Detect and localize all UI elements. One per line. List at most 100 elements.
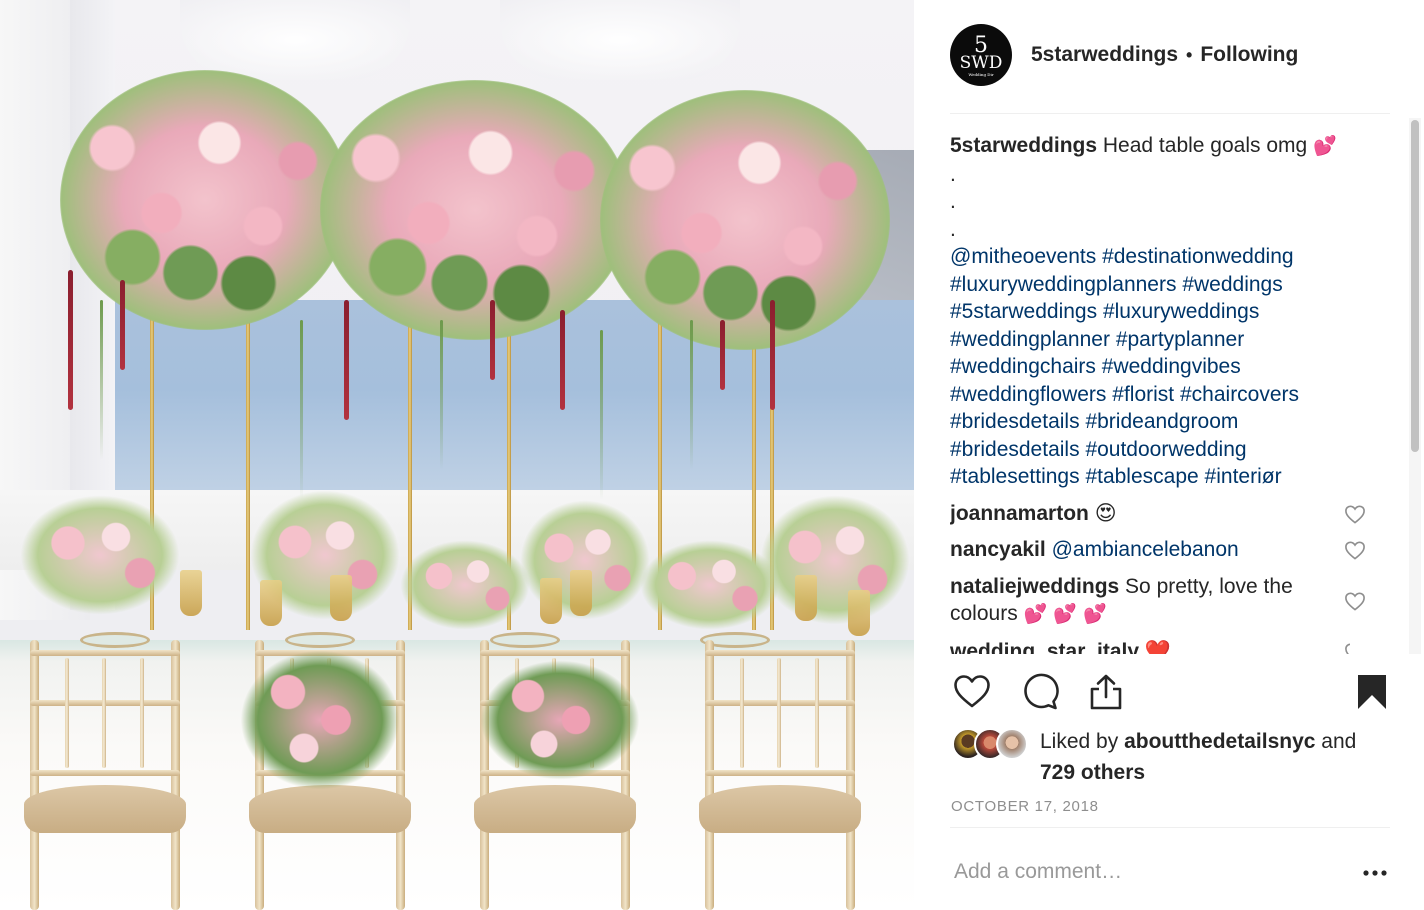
hanging-amaranthus xyxy=(560,310,565,410)
add-comment-input[interactable] xyxy=(950,850,1338,894)
hashtag-link[interactable]: #weddingvibes xyxy=(1102,355,1241,378)
floral-arrangement-left xyxy=(60,70,350,330)
hashtag-link[interactable]: #interiør xyxy=(1205,465,1282,488)
comments-scroll-area[interactable]: 5starweddings Head table goals omg 💕 . .… xyxy=(950,126,1390,654)
comment-username-link[interactable]: wedding_star_italy xyxy=(950,640,1139,654)
liked-by-user-link[interactable]: aboutthedetailsnyc xyxy=(1124,730,1315,753)
comment-item: nancyakil @ambiancelebanon xyxy=(950,536,1365,564)
hashtag-link[interactable]: #bridesdetails xyxy=(950,410,1080,433)
likes-prefix: Liked by xyxy=(1040,730,1119,753)
post-action-bar xyxy=(950,666,1390,718)
chiavari-chair xyxy=(24,640,186,910)
more-options-icon[interactable] xyxy=(1360,858,1390,888)
comment-like-heart-icon[interactable] xyxy=(1344,591,1366,611)
hashtag-link[interactable]: #luxuryweddingplanners xyxy=(950,273,1176,296)
low-floral-arrangement xyxy=(640,540,780,630)
hashtag-line: @mitheoevents #destinationwedding xyxy=(950,243,1390,271)
gold-glass xyxy=(260,580,282,626)
two-hearts-emoji: 💕 xyxy=(1313,135,1337,157)
hashtag-link[interactable]: #florist xyxy=(1112,383,1174,406)
hashtag-link[interactable]: #tablesettings xyxy=(950,465,1080,488)
following-button[interactable]: Following xyxy=(1200,43,1298,67)
heart-eyes-emoji: 😍 xyxy=(1094,500,1117,525)
comment-like-heart-icon[interactable] xyxy=(1344,642,1350,654)
chair-floral-decor xyxy=(240,650,400,790)
hanging-amaranthus xyxy=(68,270,73,410)
hashtag-line: #tablesettings #tablescape #interiør xyxy=(950,463,1390,491)
comment-item: nataliejweddings So pretty, love the col… xyxy=(950,573,1365,629)
hashtag-link[interactable]: #bridesdetails xyxy=(950,438,1080,461)
avatar-logo-sub: Wedding Dir xyxy=(968,72,994,77)
comments-scrollbar[interactable] xyxy=(1409,118,1421,654)
post-date[interactable]: OCTOBER 17, 2018 xyxy=(951,798,1099,815)
post-photo[interactable] xyxy=(0,0,914,910)
header-divider xyxy=(950,113,1390,114)
instagram-post: 5 SWD Wedding Dir 5starweddings • Follow… xyxy=(0,0,1424,910)
hashtag-link[interactable]: #partyplanner xyxy=(1116,328,1244,351)
low-floral-arrangement xyxy=(760,495,910,625)
hanging-fern xyxy=(440,320,443,470)
footer-divider xyxy=(950,827,1390,828)
low-floral-arrangement xyxy=(400,540,530,630)
like-heart-icon[interactable] xyxy=(952,672,992,712)
hanging-fern xyxy=(600,330,603,500)
hashtag-link[interactable]: #chaircovers xyxy=(1180,383,1299,406)
caption-username-link[interactable]: 5starweddings xyxy=(950,134,1097,157)
low-floral-arrangement xyxy=(20,495,180,615)
red-heart-emoji: ❤️ xyxy=(1144,638,1172,654)
hashtag-line: #weddingplanner #partyplanner xyxy=(950,326,1390,354)
floral-arrangement-center xyxy=(320,80,630,340)
mention-link[interactable]: @ambiancelebanon xyxy=(1052,538,1239,561)
comment-username-link[interactable]: joannamarton xyxy=(950,502,1089,525)
profile-avatar[interactable]: 5 SWD Wedding Dir xyxy=(950,24,1012,86)
likes-count-link[interactable]: 729 others xyxy=(1040,761,1145,784)
liker-avatars xyxy=(952,728,1032,762)
hanging-amaranthus xyxy=(490,300,495,380)
chair-floral-decor xyxy=(480,660,640,780)
hashtag-link[interactable]: #weddingplanner xyxy=(950,328,1110,351)
floral-arrangement-right xyxy=(600,90,890,350)
caption-text: Head table goals omg xyxy=(1102,134,1308,157)
comment-like-heart-icon[interactable] xyxy=(1344,540,1366,560)
hashtag-link[interactable]: #destinationwedding xyxy=(1102,245,1293,268)
hashtag-line: #bridesdetails #outdoorwedding xyxy=(950,436,1390,464)
comment-item: wedding_star_italy ❤️ xyxy=(950,638,1350,654)
hanging-amaranthus xyxy=(344,300,349,420)
header-separator: • xyxy=(1186,44,1193,65)
gold-glass xyxy=(330,575,352,621)
scrollbar-thumb[interactable] xyxy=(1411,120,1419,452)
hashtag-link[interactable]: #weddingchairs xyxy=(950,355,1096,378)
avatar-logo-letters: SWD xyxy=(959,53,1003,73)
post-side-panel: 5 SWD Wedding Dir 5starweddings • Follow… xyxy=(914,0,1424,910)
comment-like-heart-icon[interactable] xyxy=(1344,504,1366,524)
caption-dot: . xyxy=(950,162,956,186)
hashtag-link[interactable]: #weddingflowers xyxy=(950,383,1106,406)
hashtag-line: #weddingchairs #weddingvibes xyxy=(950,353,1390,381)
comment-bubble-icon[interactable] xyxy=(1020,672,1060,712)
liker-avatar[interactable] xyxy=(996,728,1028,760)
hashtag-link[interactable]: #outdoorwedding xyxy=(1085,438,1246,461)
hashtag-link[interactable]: #tablescape xyxy=(1085,465,1198,488)
likes-text: Liked by aboutthedetailsnyc and 729 othe… xyxy=(1040,726,1400,788)
likes-conjunction: and xyxy=(1321,730,1357,753)
share-upload-icon[interactable] xyxy=(1086,672,1126,712)
bookmark-saved-icon[interactable] xyxy=(1352,672,1392,712)
hashtag-link[interactable]: #weddings xyxy=(1182,273,1282,296)
post-header: 5 SWD Wedding Dir 5starweddings • Follow… xyxy=(950,22,1390,88)
hashtag-link[interactable]: #luxuryweddings xyxy=(1103,300,1259,323)
hanging-amaranthus xyxy=(770,300,775,410)
hashtag-link[interactable]: #brideandgroom xyxy=(1085,410,1238,433)
hanging-amaranthus xyxy=(720,320,725,390)
hashtag-link[interactable]: #5starweddings xyxy=(950,300,1097,323)
comment-username-link[interactable]: nataliejweddings xyxy=(950,575,1119,598)
gold-glass xyxy=(570,570,592,616)
mention-link[interactable]: @mitheoevents xyxy=(950,245,1096,268)
header-username-link[interactable]: 5starweddings xyxy=(1031,43,1178,67)
caption-dot: . xyxy=(950,190,956,213)
chandelier-left xyxy=(180,0,410,80)
gold-glass xyxy=(848,590,870,636)
likes-summary: Liked by aboutthedetailsnyc and 729 othe… xyxy=(950,724,1400,788)
hashtag-line: #bridesdetails #brideandgroom xyxy=(950,408,1390,436)
comment-username-link[interactable]: nancyakil xyxy=(950,538,1046,561)
gold-glass xyxy=(180,570,202,616)
